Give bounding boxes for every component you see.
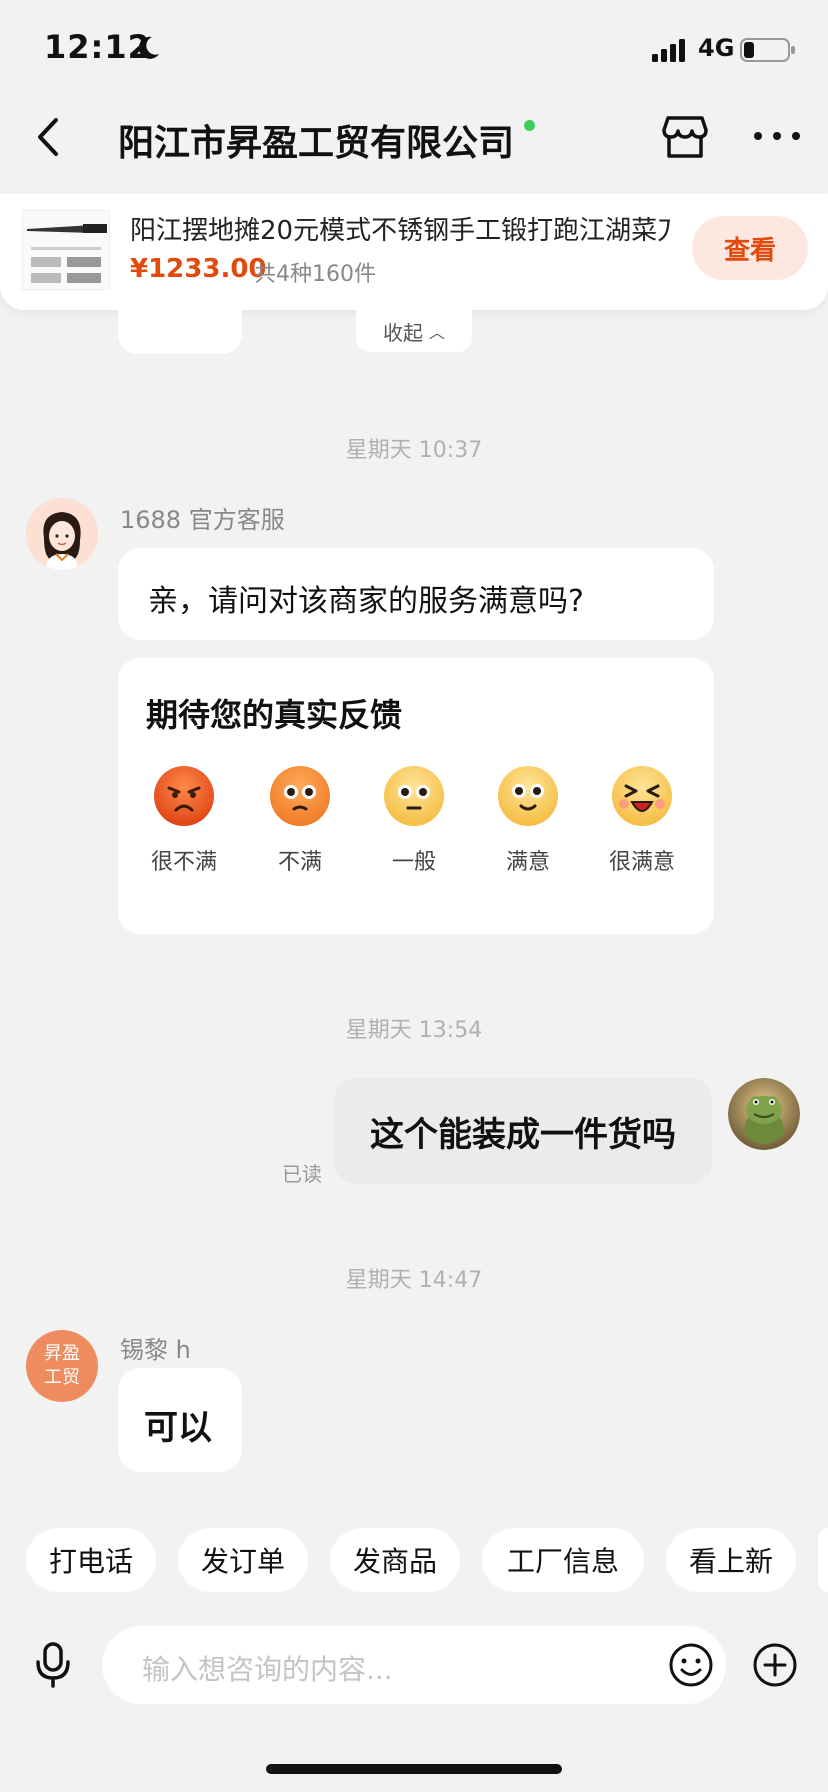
plus-icon[interactable] bbox=[752, 1642, 798, 1688]
product-thumbnail bbox=[22, 210, 110, 290]
quick-call-button[interactable]: 打电话 bbox=[26, 1528, 156, 1592]
signal-icon bbox=[652, 39, 685, 62]
moon-icon bbox=[138, 36, 159, 59]
rating-label[interactable]: 不满 bbox=[255, 844, 345, 876]
rating-label[interactable]: 一般 bbox=[369, 844, 459, 876]
page-title: 阳江市昇盈工贸有限公司 bbox=[118, 123, 515, 164]
collapse-button[interactable]: 收起 ︿ bbox=[356, 310, 472, 352]
quick-action-overflow[interactable] bbox=[818, 1528, 828, 1592]
message-text: 这个能装成一件货吗 bbox=[370, 1114, 676, 1155]
sender-name: 锡黎 h bbox=[120, 1336, 191, 1364]
view-product-button[interactable]: 查看 bbox=[692, 216, 808, 280]
quick-send-order-button[interactable]: 发订单 bbox=[178, 1528, 308, 1592]
unsatisfied-icon[interactable] bbox=[268, 764, 332, 828]
more-icon[interactable] bbox=[752, 128, 802, 144]
feedback-title: 期待您的真实反馈 bbox=[146, 696, 403, 734]
rating-label[interactable]: 很不满 bbox=[139, 844, 229, 876]
online-status-dot bbox=[524, 120, 535, 131]
seller-avatar-text: 昇盈 bbox=[44, 1343, 80, 1364]
very-satisfied-icon[interactable] bbox=[610, 764, 674, 828]
product-price: ¥1233.00 bbox=[130, 254, 267, 284]
mic-icon[interactable] bbox=[32, 1640, 74, 1690]
message-text: 可以 bbox=[144, 1408, 212, 1448]
message-input-placeholder: 输入想咨询的内容... bbox=[142, 1653, 393, 1686]
quick-new-arrivals-button[interactable]: 看上新 bbox=[666, 1528, 796, 1592]
timestamp: 星期天 14:47 bbox=[345, 1268, 483, 1293]
sender-name: 1688 官方客服 bbox=[120, 506, 285, 534]
timestamp: 星期天 13:54 bbox=[345, 1018, 483, 1043]
rating-label[interactable]: 满意 bbox=[483, 844, 573, 876]
quick-send-product-button[interactable]: 发商品 bbox=[330, 1528, 460, 1592]
satisfied-icon[interactable] bbox=[496, 764, 560, 828]
my-message-bubble: 这个能装成一件货吗 bbox=[334, 1078, 712, 1184]
product-count: 共4种160件 bbox=[254, 262, 376, 287]
read-status: 已读 bbox=[282, 1162, 322, 1186]
store-icon[interactable] bbox=[660, 112, 710, 162]
battery-icon bbox=[740, 38, 795, 62]
partial-message-bubble bbox=[118, 286, 242, 354]
service-avatar[interactable] bbox=[26, 498, 98, 570]
back-icon[interactable] bbox=[28, 112, 68, 162]
rating-label[interactable]: 很满意 bbox=[597, 844, 687, 876]
emoji-icon[interactable] bbox=[668, 1642, 714, 1688]
message-text: 亲，请问对该商家的服务满意吗? bbox=[148, 584, 584, 619]
network-label: 4G bbox=[698, 34, 735, 62]
product-name: 阳江摆地摊20元模式不锈钢手工锻打跑江湖菜刀 bbox=[130, 216, 670, 246]
quick-factory-info-button[interactable]: 工厂信息 bbox=[482, 1528, 644, 1592]
my-avatar[interactable] bbox=[728, 1078, 800, 1150]
seller-avatar-text: 工贸 bbox=[44, 1367, 80, 1388]
neutral-icon[interactable] bbox=[382, 764, 446, 828]
seller-avatar[interactable]: 昇盈 工贸 bbox=[26, 1330, 98, 1402]
very-unsatisfied-icon[interactable] bbox=[152, 764, 216, 828]
chevron-up-icon: ︿ bbox=[428, 323, 445, 342]
home-indicator bbox=[266, 1764, 562, 1774]
timestamp: 星期天 10:37 bbox=[345, 438, 483, 463]
collapse-label: 收起 bbox=[382, 320, 423, 345]
